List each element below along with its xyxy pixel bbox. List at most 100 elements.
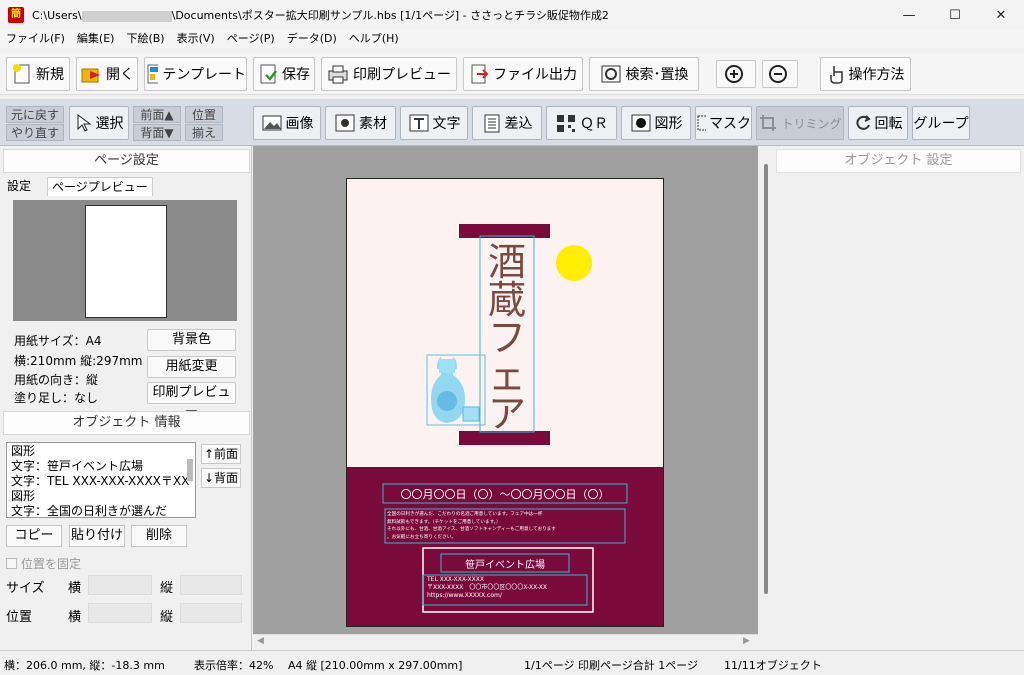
new-button[interactable]: 新規 bbox=[6, 57, 70, 91]
send-back-button[interactable]: 背面▼ bbox=[133, 124, 181, 141]
page-preview bbox=[13, 200, 237, 321]
app-icon: 簡 bbox=[8, 7, 24, 23]
qr-button[interactable]: ＱＲ bbox=[546, 106, 617, 140]
object-count: 11/11オブジェクト bbox=[724, 659, 822, 672]
scroll-left-arrow[interactable]: ◀ bbox=[257, 636, 264, 646]
title-bar: 簡 C:\Users\ \Documents\ポスター拡大印刷サンプル.hbs [… bbox=[0, 0, 1024, 30]
left-panel: ページ設定 設定 ページプレビュー 用紙サイズ：A4 横:210mm 縦:297… bbox=[0, 146, 252, 650]
zoom-out-icon bbox=[769, 65, 787, 83]
merge-button[interactable]: 差込 bbox=[472, 106, 542, 140]
vertical-scrollbar[interactable] bbox=[760, 146, 773, 650]
shape-button[interactable]: 図形 bbox=[621, 106, 691, 140]
image-button[interactable]: 画像 bbox=[253, 106, 321, 140]
open-folder-icon bbox=[81, 68, 100, 83]
zoom-in-icon bbox=[725, 65, 743, 83]
side-print-preview-button[interactable]: 印刷プレビュー bbox=[147, 382, 236, 420]
material-button[interactable]: 素材 bbox=[325, 106, 396, 140]
canvas-area[interactable]: 酒 蔵 フ ェ ア 〇〇月〇〇日（〇）〜〇〇月〇〇日（〇） 全国の日利きが選んだ… bbox=[253, 146, 758, 634]
paper-dimensions-label: 横:210mm 縦:297mm bbox=[14, 354, 143, 368]
list-item[interactable]: 文字：笹戸イベント広場 bbox=[11, 459, 191, 474]
maximize-button[interactable]: ☐ bbox=[932, 0, 978, 30]
status-bar: 横：206.0 mm, 縦：-18.3 mm 表示倍率：42% A4 縦 [21… bbox=[0, 650, 1024, 675]
menu-file[interactable]: ファイル(F) bbox=[0, 30, 71, 48]
mask-button[interactable]: マスク bbox=[695, 106, 752, 140]
zoom-level: 表示倍率：42% bbox=[194, 659, 274, 672]
bleed-label: 塗り足し：なし bbox=[14, 391, 99, 405]
poster-page[interactable]: 酒 蔵 フ ェ ア 〇〇月〇〇日（〇）〜〇〇月〇〇日（〇） 全国の日利きが選んだ… bbox=[346, 178, 664, 627]
moon-shape bbox=[556, 245, 592, 281]
list-scrollbar[interactable] bbox=[187, 459, 193, 481]
redo-button[interactable]: やり直す bbox=[6, 124, 64, 141]
select-button[interactable]: 選択 bbox=[69, 106, 129, 140]
select-arrow-icon bbox=[77, 114, 91, 132]
menu-data[interactable]: データ(D) bbox=[281, 30, 343, 48]
list-item[interactable]: 文字：全国の日利きが選んだ bbox=[11, 504, 191, 517]
size-label: サイズ bbox=[6, 581, 45, 596]
paper-change-button[interactable]: 用紙変更 bbox=[147, 356, 236, 378]
object-settings-header: オブジェクト 設定 bbox=[776, 149, 1021, 173]
undo-button[interactable]: 元に戻す bbox=[6, 106, 64, 123]
page-settings-header: ページ設定 bbox=[3, 149, 250, 173]
open-button[interactable]: 開く bbox=[76, 57, 138, 91]
close-button[interactable]: ✕ bbox=[978, 0, 1024, 30]
hand-pointer-icon bbox=[829, 66, 843, 84]
position-x-field[interactable] bbox=[88, 603, 152, 623]
checkbox-box[interactable] bbox=[6, 558, 17, 569]
background-color-button[interactable]: 背景色 bbox=[147, 329, 236, 351]
group-button[interactable]: グループ bbox=[912, 106, 970, 140]
size-width-label: 横 bbox=[68, 581, 82, 596]
position-x-label: 横 bbox=[68, 610, 82, 625]
preview-paper bbox=[85, 205, 167, 318]
size-width-field[interactable] bbox=[88, 575, 152, 595]
align-button-top[interactable]: 位置 bbox=[185, 106, 223, 123]
zoom-out-button[interactable] bbox=[762, 60, 798, 88]
document-list-icon bbox=[484, 114, 499, 133]
tab-settings[interactable]: 設定 bbox=[3, 177, 35, 196]
orientation-label: 用紙の向き：縦 bbox=[14, 373, 99, 387]
save-button[interactable]: 保存 bbox=[253, 57, 315, 91]
window-title: C:\Users\ \Documents\ポスター拡大印刷サンプル.hbs [1/… bbox=[32, 9, 609, 22]
vertical-scroll-thumb[interactable] bbox=[764, 164, 768, 594]
trimming-button[interactable]: トリミング bbox=[756, 106, 844, 140]
printer-icon bbox=[328, 65, 348, 84]
copy-button[interactable]: コピー bbox=[6, 525, 62, 547]
size-height-field[interactable] bbox=[180, 575, 242, 595]
sake-bottle-icon bbox=[426, 354, 486, 426]
template-icon bbox=[147, 64, 159, 84]
menu-help[interactable]: ヘルプ(H) bbox=[343, 30, 405, 48]
zoom-in-button[interactable] bbox=[716, 60, 756, 88]
menu-background[interactable]: 下絵(B) bbox=[120, 30, 170, 48]
list-item[interactable]: 文字：TEL XXX-XXX-XXXX〒XX bbox=[11, 474, 191, 489]
scroll-right-arrow[interactable]: ▶ bbox=[743, 636, 750, 646]
list-item[interactable]: 図形 bbox=[11, 444, 191, 459]
horizontal-scrollbar[interactable]: ◀ ▶ bbox=[253, 634, 758, 650]
how-to-button[interactable]: 操作方法 bbox=[820, 57, 911, 91]
minimize-button[interactable]: — bbox=[886, 0, 932, 30]
cursor-coords: 横：206.0 mm, 縦：-18.3 mm bbox=[4, 659, 165, 672]
text-button[interactable]: 文字 bbox=[400, 106, 468, 140]
file-output-button[interactable]: ファイル出力 bbox=[463, 57, 583, 91]
menu-edit[interactable]: 編集(E) bbox=[71, 30, 121, 48]
bring-front-button[interactable]: 前面▲ bbox=[133, 106, 181, 123]
template-button[interactable]: テンプレート bbox=[144, 57, 247, 91]
paper-info: A4 縦 [210.00mm x 297.00mm] bbox=[288, 659, 463, 672]
object-list[interactable]: 図形 文字：笹戸イベント広場 文字：TEL XXX-XXX-XXXX〒XX 図形… bbox=[6, 442, 196, 518]
menu-page[interactable]: ページ(P) bbox=[221, 30, 281, 48]
paste-button[interactable]: 貼り付け bbox=[69, 525, 125, 547]
object-info-header: オブジェクト 情報 bbox=[3, 411, 250, 435]
position-y-field[interactable] bbox=[180, 603, 242, 623]
search-replace-button[interactable]: 検索･置換 bbox=[589, 57, 699, 91]
align-button-bottom[interactable]: 揃え bbox=[185, 124, 223, 141]
text-icon bbox=[409, 114, 428, 132]
print-preview-button[interactable]: 印刷プレビュー bbox=[321, 57, 457, 91]
list-item[interactable]: 図形 bbox=[11, 489, 191, 504]
rotate-button[interactable]: 回転 bbox=[848, 106, 908, 140]
poster-contact: TEL XXX-XXX-XXXX 〒XXX-XXXX 〇〇市〇〇区〇〇〇X-XX… bbox=[427, 576, 548, 599]
page-info: 1/1ページ 印刷ページ合計 1ページ bbox=[524, 659, 699, 672]
object-front-button[interactable]: ↑前面 bbox=[201, 444, 241, 464]
menu-view[interactable]: 表示(V) bbox=[171, 30, 221, 48]
delete-button[interactable]: 削除 bbox=[131, 525, 187, 547]
lock-position-checkbox[interactable]: 位置を固定 bbox=[6, 555, 81, 572]
object-back-button[interactable]: ↓背面 bbox=[201, 468, 241, 488]
tab-page-preview[interactable]: ページプレビュー bbox=[47, 177, 153, 196]
